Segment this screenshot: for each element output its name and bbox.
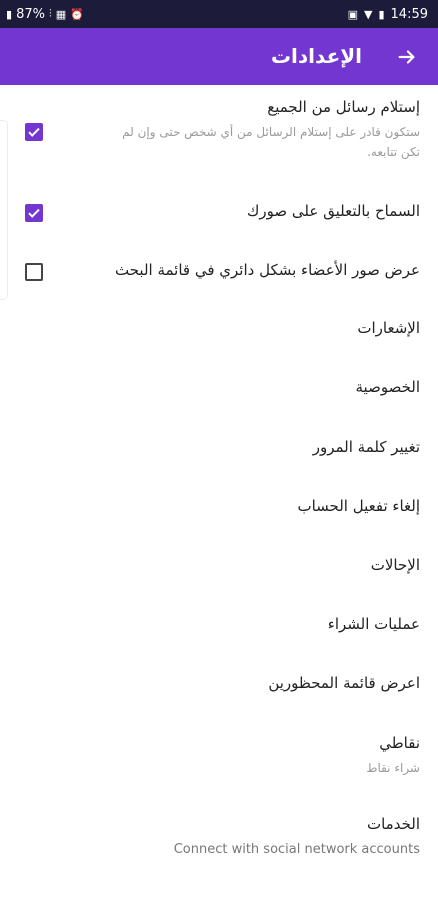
wifi-icon: ▼: [364, 7, 373, 21]
battery-icon: ▮: [6, 7, 13, 21]
setting-title: نقاطي: [379, 734, 420, 752]
setting-receive-messages[interactable]: إستلام رسائل من الجميع ستكون قادر على إس…: [0, 86, 438, 176]
setting-title: الإشعارات: [357, 319, 420, 337]
setting-subtitle-line2: تكن تتابعه.: [367, 145, 420, 159]
setting-circle-photos[interactable]: عرض صور الأعضاء بشكل دائري في قائمة البح…: [0, 246, 438, 298]
setting-subtitle: شراء نقاط: [366, 761, 420, 775]
signal-icon: ⫶: [48, 7, 52, 20]
setting-points[interactable]: نقاطي شراء نقاط: [0, 720, 438, 788]
setting-subtitle: ستكون قادر على إستلام الرسائل من أي شخص …: [122, 125, 420, 139]
battery-icon-right: ▮: [378, 7, 385, 21]
sim-icon: ▣: [347, 7, 358, 21]
setting-allow-comments[interactable]: السماح بالتعليق على صورك: [0, 186, 438, 238]
setting-deactivate-account[interactable]: إلغاء تفعيل الحساب: [0, 482, 438, 534]
setting-services[interactable]: الخدمات Connect with social network acco…: [0, 800, 438, 870]
receive-messages-checkbox[interactable]: [25, 123, 43, 141]
setting-referrals[interactable]: الإحالات: [0, 541, 438, 593]
setting-subtitle: Connect with social network accounts: [173, 842, 420, 857]
setting-title: اعرض قائمة المحظورين: [268, 674, 420, 692]
setting-title: الخصوصية: [355, 378, 420, 396]
back-arrow-icon[interactable]: [390, 28, 424, 85]
page-title: الإعدادات: [270, 44, 362, 68]
setting-title: إلغاء تفعيل الحساب: [297, 497, 420, 515]
allow-comments-checkbox[interactable]: [25, 204, 43, 222]
setting-title: الإحالات: [370, 556, 420, 574]
setting-title: عمليات الشراء: [327, 615, 420, 633]
circle-photos-checkbox[interactable]: [25, 263, 43, 281]
status-bar: ▮ 87% ⫶ ▦ ⏰ ▣ ▼ ▮ 14:59: [0, 0, 438, 28]
check-icon: [28, 208, 40, 218]
setting-privacy[interactable]: الخصوصية: [0, 364, 438, 416]
clock: 14:59: [390, 6, 428, 22]
app-bar: الإعدادات: [0, 28, 438, 85]
setting-title: تغيير كلمة المرور: [312, 438, 420, 456]
setting-title: عرض صور الأعضاء بشكل دائري في قائمة البح…: [115, 261, 420, 279]
setting-notifications[interactable]: الإشعارات: [0, 305, 438, 357]
setting-title: إستلام رسائل من الجميع: [267, 98, 420, 116]
battery-percent: 87%: [16, 6, 45, 22]
setting-purchases[interactable]: عمليات الشراء: [0, 600, 438, 652]
check-icon: [28, 127, 40, 137]
alarm-icon: ⏰: [70, 7, 84, 21]
setting-title: الخدمات: [366, 815, 420, 833]
qr-icon: ▦: [55, 7, 67, 21]
setting-title: السماح بالتعليق على صورك: [247, 202, 420, 220]
setting-blocked-list[interactable]: اعرض قائمة المحظورين: [0, 659, 438, 711]
setting-change-password[interactable]: تغيير كلمة المرور: [0, 423, 438, 475]
